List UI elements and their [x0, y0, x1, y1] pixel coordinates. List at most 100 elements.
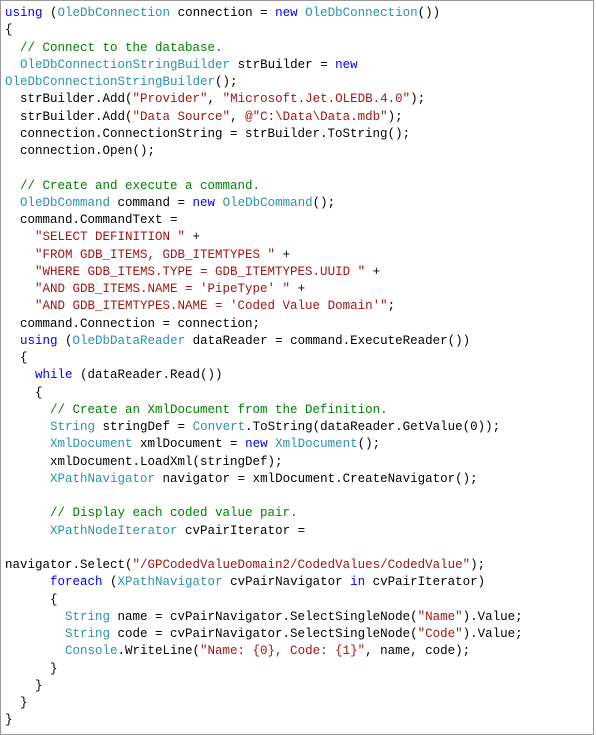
str: "Microsoft.Jet.OLEDB.4.0" [223, 92, 411, 106]
t: } [5, 662, 58, 676]
t: { [5, 386, 43, 400]
t [5, 472, 50, 486]
type-oledbcmd: OleDbCommand [20, 196, 110, 210]
t: , name, code); [365, 644, 470, 658]
t [5, 420, 50, 434]
t: strBuilder = [230, 58, 335, 72]
t: cvPairIterator) [365, 575, 485, 589]
t [5, 282, 35, 296]
t: xmlDocument = [133, 437, 246, 451]
t [5, 437, 50, 451]
t [5, 334, 20, 348]
comment: // Display each coded value pair. [50, 506, 298, 520]
str: "AND GDB_ITEMS.NAME = 'PipeType' " [35, 282, 290, 296]
t: .ToString(dataReader.GetValue(0)); [245, 420, 500, 434]
comment: // Create an XmlDocument from the Defini… [50, 403, 388, 417]
kw-using: using [20, 334, 58, 348]
type-console: Console [65, 644, 118, 658]
kw-new: new [335, 58, 358, 72]
kw-new: new [275, 6, 298, 20]
t: , [230, 110, 245, 124]
str: "Name: {0}, Code: {1}" [200, 644, 365, 658]
t: command.CommandText = [5, 213, 178, 227]
t: .WriteLine( [118, 644, 201, 658]
t: navigator = xmlDocument.CreateNavigator(… [155, 472, 478, 486]
t: strBuilder.Add( [5, 110, 133, 124]
str: "SELECT DEFINITION " [35, 230, 185, 244]
t [5, 299, 35, 313]
t: ); [470, 558, 485, 572]
t [5, 179, 20, 193]
t: ( [43, 6, 58, 20]
t: ).Value; [463, 627, 523, 641]
t [298, 6, 306, 20]
t: connection = [170, 6, 275, 20]
t: { [5, 23, 13, 37]
t: cvPairNavigator [223, 575, 351, 589]
type-oledbcsb: OleDbConnectionStringBuilder [5, 75, 215, 89]
t: ()) [418, 6, 441, 20]
t [5, 41, 20, 55]
str: "Provider" [133, 92, 208, 106]
type-xmldoc: XmlDocument [275, 437, 358, 451]
t: { [5, 593, 58, 607]
type-xpathnav: XPathNavigator [50, 472, 155, 486]
t: navigator.Select( [5, 558, 133, 572]
t: { [5, 351, 28, 365]
t [5, 575, 50, 589]
comment: // Create and execute a command. [20, 179, 260, 193]
type-oledbconn: OleDbConnection [58, 6, 171, 20]
kw-while: while [35, 368, 73, 382]
t: (); [358, 437, 381, 451]
t [5, 196, 20, 210]
t: (dataReader.Read()) [73, 368, 223, 382]
t: stringDef = [95, 420, 193, 434]
type-oledbcsb: OleDbConnectionStringBuilder [20, 58, 230, 72]
str: "FROM GDB_ITEMS, GDB_ITEMTYPES " [35, 248, 275, 262]
t: ; [388, 299, 396, 313]
type-xpathnav: XPathNavigator [118, 575, 223, 589]
t: strBuilder.Add( [5, 92, 133, 106]
t: ( [103, 575, 118, 589]
t: command.Connection = connection; [5, 317, 260, 331]
t: + [275, 248, 290, 262]
type-oledbcmd: OleDbCommand [223, 196, 313, 210]
t: + [290, 282, 305, 296]
t [5, 265, 35, 279]
kw-foreach: foreach [50, 575, 103, 589]
t [5, 230, 35, 244]
t: ); [388, 110, 403, 124]
kw-new: new [245, 437, 268, 451]
t: ).Value; [463, 610, 523, 624]
str: "/GPCodedValueDomain2/CodedValues/CodedV… [133, 558, 471, 572]
t [5, 58, 20, 72]
str: "Data Source" [133, 110, 231, 124]
t: code = cvPairNavigator.SelectSingleNode( [110, 627, 418, 641]
t [5, 368, 35, 382]
kw-new: new [193, 196, 216, 210]
t: (); [313, 196, 336, 210]
t [5, 506, 50, 520]
t [5, 627, 65, 641]
t [268, 437, 276, 451]
t [5, 403, 50, 417]
type-string: String [65, 610, 110, 624]
t: connection.Open(); [5, 144, 155, 158]
str: "Code" [418, 627, 463, 641]
type-string: String [50, 420, 95, 434]
kw-in: in [350, 575, 365, 589]
t: + [365, 265, 380, 279]
t: command = [110, 196, 193, 210]
t [5, 644, 65, 658]
t [215, 196, 223, 210]
t: + [185, 230, 200, 244]
t: } [5, 696, 28, 710]
t: } [5, 713, 13, 727]
kw-using: using [5, 6, 43, 20]
t: , [208, 92, 223, 106]
str: "WHERE GDB_ITEMS.TYPE = GDB_ITEMTYPES.UU… [35, 265, 365, 279]
type-oledbconn: OleDbConnection [305, 6, 418, 20]
str: "AND GDB_ITEMTYPES.NAME = 'Coded Value D… [35, 299, 388, 313]
t: } [5, 679, 43, 693]
comment: // Connect to the database. [20, 41, 223, 55]
